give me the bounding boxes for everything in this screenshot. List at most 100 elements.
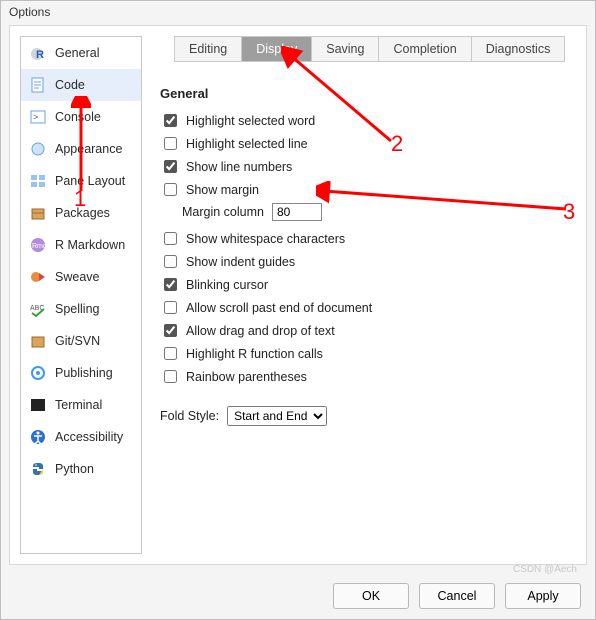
- opt-highlight-r-calls[interactable]: Highlight R function calls: [160, 342, 574, 365]
- sidebar-item-pane-layout[interactable]: Pane Layout: [21, 165, 141, 197]
- fold-style-label: Fold Style:: [160, 409, 219, 423]
- fold-style-select[interactable]: Start and End: [227, 406, 327, 426]
- sidebar-item-terminal[interactable]: Terminal: [21, 389, 141, 421]
- opt-drag-drop[interactable]: Allow drag and drop of text: [160, 319, 574, 342]
- sidebar-item-label: Spelling: [55, 302, 99, 316]
- sidebar-item-packages[interactable]: Packages: [21, 197, 141, 229]
- sidebar-item-general[interactable]: R General: [21, 37, 141, 69]
- sidebar-item-publishing[interactable]: Publishing: [21, 357, 141, 389]
- r-logo-icon: R: [29, 44, 47, 62]
- chk-indent-guides[interactable]: [164, 255, 177, 268]
- opt-highlight-line[interactable]: Highlight selected line: [160, 132, 574, 155]
- sidebar-item-accessibility[interactable]: Accessibility: [21, 421, 141, 453]
- sidebar-item-label: Accessibility: [55, 430, 123, 444]
- pane-layout-icon: [29, 172, 47, 190]
- fold-style-row: Fold Style: Start and End: [160, 406, 574, 426]
- python-icon: [29, 460, 47, 478]
- sidebar-item-label: Sweave: [55, 270, 99, 284]
- sidebar-item-sweave[interactable]: Sweave: [21, 261, 141, 293]
- sidebar-item-label: R Markdown: [55, 238, 125, 252]
- options-window: Options R General Code > Console Appeara…: [0, 0, 596, 620]
- rmarkdown-icon: Rmd: [29, 236, 47, 254]
- opt-indent-guides[interactable]: Show indent guides: [160, 250, 574, 273]
- opt-label: Highlight selected line: [186, 137, 308, 151]
- chk-highlight-r-calls[interactable]: [164, 347, 177, 360]
- svg-text:>: >: [33, 112, 38, 122]
- chk-show-margin[interactable]: [164, 183, 177, 196]
- opt-label: Show line numbers: [186, 160, 292, 174]
- opt-label: Blinking cursor: [186, 278, 268, 292]
- chk-scroll-past-end[interactable]: [164, 301, 177, 314]
- spelling-icon: ABC: [29, 300, 47, 318]
- sidebar-item-git-svn[interactable]: Git/SVN: [21, 325, 141, 357]
- svg-text:R: R: [36, 49, 44, 61]
- sidebar-item-python[interactable]: Python: [21, 453, 141, 485]
- opt-show-margin[interactable]: Show margin: [160, 178, 574, 201]
- ok-button[interactable]: OK: [333, 583, 409, 609]
- sidebar-item-label: General: [55, 46, 99, 60]
- opt-highlight-word[interactable]: Highlight selected word: [160, 109, 574, 132]
- opt-label: Highlight selected word: [186, 114, 315, 128]
- git-icon: [29, 332, 47, 350]
- chk-whitespace[interactable]: [164, 232, 177, 245]
- chk-highlight-word[interactable]: [164, 114, 177, 127]
- opt-whitespace[interactable]: Show whitespace characters: [160, 227, 574, 250]
- watermark-text: CSDN @Aech: [513, 564, 577, 575]
- cancel-button[interactable]: Cancel: [419, 583, 495, 609]
- opt-label: Allow scroll past end of document: [186, 301, 372, 315]
- terminal-icon: [29, 396, 47, 414]
- sidebar-item-label: Git/SVN: [55, 334, 100, 348]
- opt-label: Show margin: [186, 183, 259, 197]
- dialog-buttons: OK Cancel Apply: [333, 583, 581, 609]
- content-area: R General Code > Console Appearance Pane…: [9, 25, 587, 565]
- options-list: Highlight selected word Highlight select…: [160, 109, 574, 426]
- document-icon: [29, 76, 47, 94]
- sidebar-item-label: Terminal: [55, 398, 102, 412]
- tab-saving[interactable]: Saving: [312, 37, 379, 61]
- opt-label: Show whitespace characters: [186, 232, 345, 246]
- publishing-icon: [29, 364, 47, 382]
- margin-column-label: Margin column: [182, 205, 264, 219]
- sidebar-item-label: Packages: [55, 206, 110, 220]
- sidebar-item-label: Appearance: [55, 142, 122, 156]
- sidebar-item-console[interactable]: > Console: [21, 101, 141, 133]
- opt-rainbow-parens[interactable]: Rainbow parentheses: [160, 365, 574, 388]
- chk-line-numbers[interactable]: [164, 160, 177, 173]
- tab-completion[interactable]: Completion: [379, 37, 471, 61]
- opt-scroll-past-end[interactable]: Allow scroll past end of document: [160, 296, 574, 319]
- sidebar-item-code[interactable]: Code: [21, 69, 141, 101]
- sweave-icon: [29, 268, 47, 286]
- margin-column-input[interactable]: [272, 203, 322, 221]
- chk-rainbow-parens[interactable]: [164, 370, 177, 383]
- sidebar-item-spelling[interactable]: ABC Spelling: [21, 293, 141, 325]
- sidebar-item-label: Python: [55, 462, 94, 476]
- tab-editing[interactable]: Editing: [175, 37, 242, 61]
- sidebar-item-rmarkdown[interactable]: Rmd R Markdown: [21, 229, 141, 261]
- section-heading: General: [160, 86, 574, 101]
- accessibility-icon: [29, 428, 47, 446]
- tab-bar: Editing Display Saving Completion Diagno…: [174, 36, 565, 62]
- appearance-icon: [29, 140, 47, 158]
- chk-highlight-line[interactable]: [164, 137, 177, 150]
- main-panel: Editing Display Saving Completion Diagno…: [160, 36, 574, 554]
- window-title: Options: [1, 1, 595, 23]
- opt-line-numbers[interactable]: Show line numbers: [160, 155, 574, 178]
- sidebar-item-label: Publishing: [55, 366, 113, 380]
- opt-label: Highlight R function calls: [186, 347, 323, 361]
- sidebar-item-label: Code: [55, 78, 85, 92]
- sidebar-item-appearance[interactable]: Appearance: [21, 133, 141, 165]
- tab-diagnostics[interactable]: Diagnostics: [472, 37, 565, 61]
- chk-drag-drop[interactable]: [164, 324, 177, 337]
- package-icon: [29, 204, 47, 222]
- opt-label: Show indent guides: [186, 255, 295, 269]
- sidebar-item-label: Pane Layout: [55, 174, 125, 188]
- opt-label: Allow drag and drop of text: [186, 324, 335, 338]
- chk-blinking-cursor[interactable]: [164, 278, 177, 291]
- category-sidebar: R General Code > Console Appearance Pane…: [20, 36, 142, 554]
- sidebar-item-label: Console: [55, 110, 101, 124]
- svg-text:Rmd: Rmd: [32, 243, 47, 250]
- tab-display[interactable]: Display: [242, 37, 312, 61]
- opt-blinking-cursor[interactable]: Blinking cursor: [160, 273, 574, 296]
- apply-button[interactable]: Apply: [505, 583, 581, 609]
- opt-label: Rainbow parentheses: [186, 370, 307, 384]
